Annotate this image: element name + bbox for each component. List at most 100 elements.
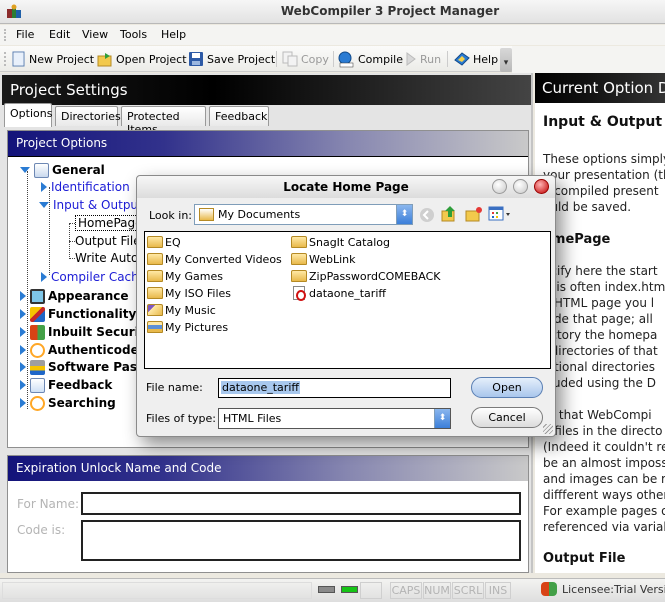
up-folder-icon[interactable] — [441, 205, 458, 222]
menu-file[interactable]: File — [16, 28, 34, 41]
file-item[interactable]: dataone_tariff — [291, 285, 386, 301]
collapse-arrow-icon[interactable] — [20, 167, 30, 173]
html-file-icon — [293, 286, 306, 301]
expand-arrow-icon[interactable] — [20, 327, 26, 337]
caps-indicator: CAPS — [390, 582, 422, 599]
tab-protected-items[interactable]: Protected Items — [121, 106, 206, 136]
file-item[interactable]: WebLink — [291, 251, 356, 267]
licensee-text: Licensee:Trial Version — [562, 582, 665, 596]
maximize-button[interactable] — [513, 179, 528, 194]
compile-label: Compile — [358, 52, 403, 66]
appearance-icon — [30, 288, 45, 304]
file-item[interactable]: ZipPasswordCOMEBACK — [291, 268, 441, 284]
tab-feedback[interactable]: Feedback — [209, 106, 269, 126]
files-of-type-select[interactable]: HTML Files ⬍ — [218, 408, 451, 429]
toolbar-overflow-button[interactable]: ▾ — [500, 48, 512, 72]
file-name: dataone_tariff — [309, 286, 386, 300]
dropdown-arrow-icon[interactable]: ⬍ — [396, 205, 412, 224]
expand-arrow-icon[interactable] — [20, 309, 26, 319]
code-input[interactable] — [81, 520, 521, 561]
view-menu-icon[interactable] — [488, 206, 512, 222]
look-in-label: Look in: — [149, 209, 192, 222]
detail-text: lude that page; all — [543, 312, 653, 326]
tree-node-searching[interactable]: Searching — [20, 395, 116, 411]
tab-options[interactable]: Options — [4, 103, 52, 127]
run-button[interactable]: Run — [405, 50, 441, 68]
new-project-button[interactable]: New Project — [12, 50, 94, 68]
tree-label: Appearance — [48, 289, 129, 303]
expand-arrow-icon[interactable] — [20, 291, 26, 301]
expand-arrow-icon[interactable] — [20, 362, 26, 372]
detail-text: For example pages o — [543, 504, 665, 518]
detail-text: These options simply — [543, 152, 665, 166]
open-folder-icon — [97, 53, 112, 67]
look-in-value: My Documents — [218, 208, 301, 221]
expand-arrow-icon[interactable] — [20, 398, 26, 408]
magnifier-icon — [30, 395, 45, 411]
tab-directories[interactable]: Directories — [55, 106, 121, 126]
file-item[interactable]: My Converted Videos — [147, 251, 282, 267]
compile-icon — [338, 51, 354, 67]
file-item[interactable]: SnagIt Catalog — [291, 234, 390, 250]
detail-text: your presentation (the — [543, 168, 665, 182]
copy-button[interactable]: Copy — [282, 50, 329, 68]
open-project-button[interactable]: Open Project — [97, 50, 187, 68]
window-title: WebCompiler 3 Project Manager — [280, 4, 500, 18]
dropdown-arrow-icon[interactable]: ⬍ — [434, 409, 450, 428]
file-item[interactable]: EQ — [147, 234, 181, 250]
file-item[interactable]: My Music — [147, 302, 216, 318]
look-in-select[interactable]: My Documents ⬍ — [194, 204, 413, 225]
compile-button[interactable]: Compile — [338, 50, 403, 68]
detail-text: referenced via variable — [543, 520, 665, 534]
tree-node-feedback[interactable]: Feedback — [20, 377, 112, 393]
tree-node-identification[interactable]: Identification — [41, 179, 130, 195]
for-name-input[interactable] — [81, 492, 521, 515]
toolbar-grip[interactable] — [4, 52, 6, 66]
expand-arrow-icon[interactable] — [20, 380, 26, 390]
tree-node-general[interactable]: General — [20, 162, 105, 178]
expand-arrow-icon[interactable] — [20, 345, 26, 355]
close-button[interactable] — [534, 179, 549, 194]
toolbar-separator — [333, 51, 334, 67]
users-icon — [30, 324, 45, 340]
detail-text: ectory the homepa — [543, 328, 658, 342]
new-document-icon — [12, 51, 25, 67]
tree-node-inbuilt-security[interactable]: Inbuilt Security — [20, 324, 152, 340]
back-icon[interactable] — [419, 207, 435, 223]
file-name: My Pictures — [165, 320, 229, 334]
minimize-button[interactable] — [492, 179, 507, 194]
resize-grip[interactable] — [543, 424, 553, 434]
save-project-button[interactable]: Save Project — [188, 50, 275, 68]
collapse-arrow-icon[interactable] — [39, 202, 49, 208]
file-item[interactable]: My ISO Files — [147, 285, 231, 301]
tree-node-functionality[interactable]: Functionality — [20, 306, 136, 322]
file-name-input[interactable]: dataone_tariff — [218, 378, 451, 398]
tree-node-input-output[interactable]: Input & Output — [39, 197, 143, 213]
help-label: Help — [473, 52, 499, 66]
tree-label: Output File: — [75, 234, 145, 248]
detail-text: ecify here the start — [543, 264, 658, 278]
toolbar-separator — [447, 51, 448, 67]
file-item[interactable]: My Games — [147, 268, 223, 284]
expand-arrow-icon[interactable] — [41, 182, 47, 192]
scrl-indicator: SCRL — [452, 582, 484, 599]
menu-help[interactable]: Help — [161, 28, 186, 41]
menu-tools[interactable]: Tools — [120, 28, 147, 41]
run-icon — [406, 52, 416, 66]
file-item[interactable]: My Pictures — [147, 319, 228, 335]
help-button[interactable]: Help — [453, 50, 498, 68]
file-list: EQ My Converted Videos My Games My ISO F… — [144, 231, 551, 369]
expand-arrow-icon[interactable] — [41, 272, 47, 282]
new-folder-icon[interactable] — [465, 206, 483, 222]
menu-view[interactable]: View — [82, 28, 108, 41]
licensee-status: Licensee:Trial Version — [541, 582, 665, 596]
menu-edit[interactable]: Edit — [49, 28, 70, 41]
option-details-title: Current Option Details — [535, 73, 665, 103]
open-button[interactable]: Open — [471, 377, 543, 398]
cancel-button[interactable]: Cancel — [471, 407, 543, 428]
folder-icon — [147, 253, 163, 265]
menubar-grip[interactable] — [4, 29, 6, 41]
detail-text: ditional directories — [543, 360, 655, 374]
file-name: EQ — [165, 235, 181, 249]
tree-node-appearance[interactable]: Appearance — [20, 288, 129, 304]
